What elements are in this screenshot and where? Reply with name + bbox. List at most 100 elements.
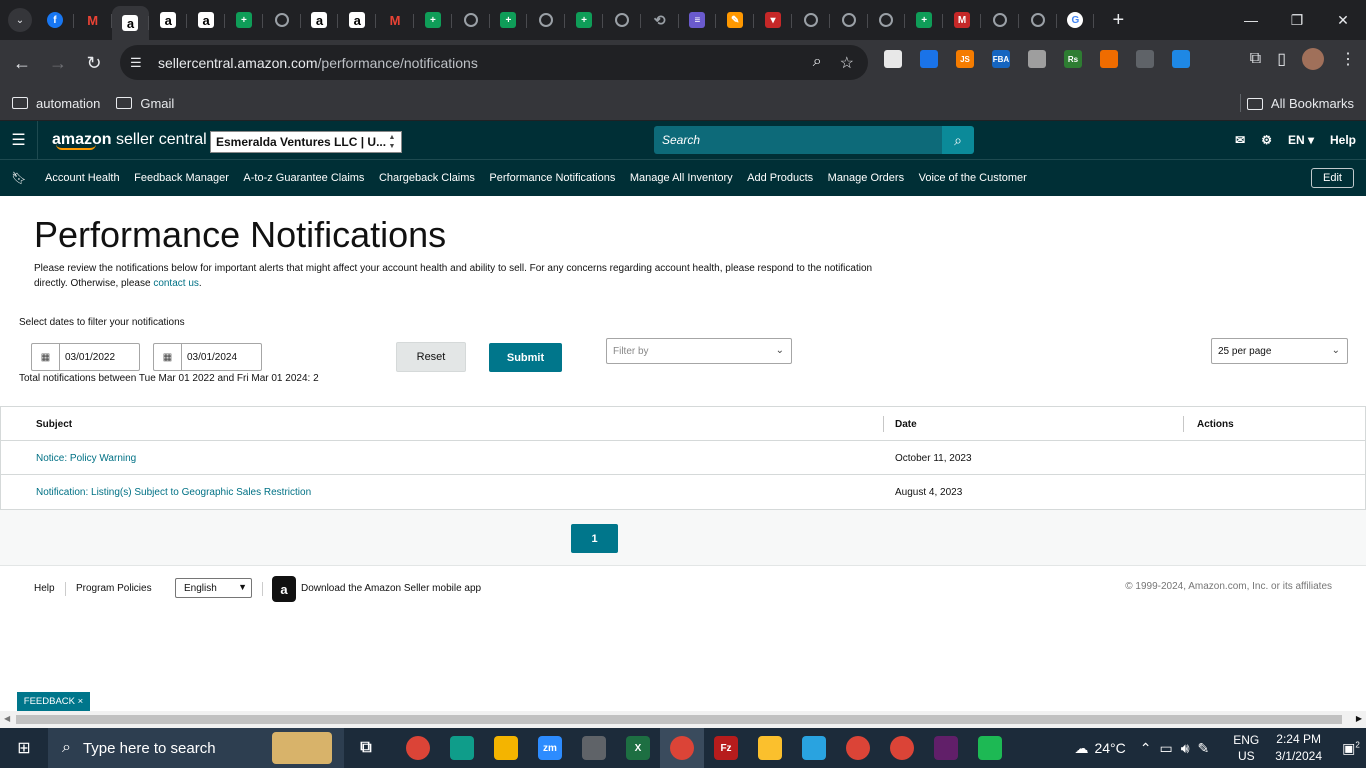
browser-tab[interactable] [1019,4,1057,36]
taskbar-app[interactable] [880,728,924,768]
close-window-button[interactable]: ✕ [1320,0,1366,40]
scroll-left-icon[interactable]: ◀ [4,714,10,723]
search-input[interactable]: Search [654,126,942,154]
notification-subject-link[interactable]: Notification: Listing(s) Subject to Geog… [36,487,311,498]
mail-icon[interactable]: ✉ [1235,133,1245,147]
browser-tab[interactable] [981,4,1019,36]
footer-language-select[interactable]: English ▼ [175,578,252,598]
taskbar-app[interactable] [396,728,440,768]
browser-tab[interactable]: ⟲ [641,4,679,36]
program-policies-link[interactable]: Program Policies [76,583,152,594]
browser-tab[interactable] [868,4,906,36]
new-tab-button[interactable]: + [1106,9,1130,32]
search-highlight-image[interactable] [272,732,332,764]
browser-tab[interactable]: ≡ [679,4,717,36]
nav-link[interactable]: A-to-z Guarantee Claims [243,172,364,184]
nav-link[interactable]: Chargeback Claims [379,172,475,184]
chrome-menu-icon[interactable]: ⋮ [1340,49,1356,69]
date-from-field[interactable]: ▦ [31,343,140,371]
browser-tab[interactable]: ✎ [716,4,754,36]
browser-tab[interactable]: a [111,6,150,40]
ext-icon[interactable] [884,50,902,68]
url-text[interactable]: sellercentral.amazon.com/performance/not… [158,55,478,71]
globe-icon[interactable] [1136,50,1154,68]
seller-central-logo[interactable]: amazon seller central [52,131,207,150]
subject-column-header[interactable]: Subject [36,407,72,441]
calendar-icon[interactable]: ▦ [32,344,60,370]
per-page-select[interactable]: 25 per page ⌄ [1211,338,1348,364]
bookmark-folder-gmail[interactable]: Gmail [116,96,174,111]
profile-avatar[interactable] [1302,48,1324,70]
browser-tab[interactable] [830,4,868,36]
taskbar-search-box[interactable]: ⌕ Type here to search [48,728,344,768]
submit-button[interactable]: Submit [489,343,562,372]
back-button[interactable]: ← [4,45,40,81]
notification-subject-link[interactable]: Notice: Policy Warning [36,453,136,464]
download-app-link[interactable]: Download the Amazon Seller mobile app [301,583,481,594]
taskbar-app[interactable] [792,728,836,768]
footer-help-link[interactable]: Help [34,583,55,594]
volume-icon[interactable]: 🔊︎ [1181,740,1190,757]
bookmark-star-icon[interactable]: ☆ [840,53,854,73]
battery-icon[interactable]: ▭ [1159,740,1172,757]
forward-button[interactable]: → [40,45,76,81]
page-1-button[interactable]: 1 [571,524,618,553]
site-info-icon[interactable]: ☰ [130,55,146,71]
js-icon[interactable]: JS [956,50,974,68]
taskbar-app[interactable] [484,728,528,768]
ext-icon[interactable] [1172,50,1190,68]
scrollbar-thumb[interactable] [16,715,1342,724]
nav-link[interactable]: Add Products [747,172,813,184]
taskbar-app[interactable] [748,728,792,768]
tray-overflow-icon[interactable]: ⌃ [1140,740,1152,757]
browser-tab[interactable]: a [301,4,339,36]
help-link[interactable]: Help [1330,133,1356,147]
nav-link[interactable]: Manage All Inventory [630,172,733,184]
nav-link[interactable]: Manage Orders [828,172,904,184]
browser-tab[interactable]: G [1057,4,1095,36]
taskbar-app[interactable]: zm [528,728,572,768]
tab-search-button[interactable]: ⌄ [8,8,32,32]
search-button[interactable]: ⌕ [942,126,974,154]
filter-by-select[interactable]: Filter by ⌄ [606,338,792,364]
taskbar-app[interactable] [836,728,880,768]
taskbar-app[interactable]: Fz [704,728,748,768]
seller-app-icon[interactable]: a [272,576,296,602]
input-language[interactable]: ENG US [1233,732,1259,764]
browser-tab[interactable]: f [36,4,74,36]
zoom-icon[interactable]: ⌕ [813,53,822,73]
feedback-button[interactable]: FEEDBACK × [17,692,90,711]
browser-tab[interactable] [263,4,301,36]
fba-icon[interactable]: FBA [992,50,1010,68]
taskbar-app[interactable] [572,728,616,768]
weather-widget[interactable]: ☁ 24°C [1074,740,1125,757]
ext-icon[interactable] [920,50,938,68]
browser-tab[interactable]: + [225,4,263,36]
browser-tab[interactable] [792,4,830,36]
taskbar-app[interactable]: X [616,728,660,768]
omnibox[interactable]: ☰ sellercentral.amazon.com/performance/n… [120,45,868,80]
date-to-field[interactable]: ▦ [153,343,262,371]
browser-tab[interactable]: a [187,4,225,36]
browser-tab[interactable]: + [490,4,528,36]
extensions-puzzle-icon[interactable]: ⧉ [1250,50,1261,68]
pen-icon[interactable]: ✎ [1198,740,1210,757]
date-to-input[interactable] [187,351,259,363]
browser-tab[interactable]: + [905,4,943,36]
clock[interactable]: 2:24 PM 3/1/2024 [1275,731,1322,765]
date-column-header[interactable]: Date [895,407,917,441]
browser-tab[interactable]: M [74,4,112,36]
windows-start-icon[interactable]: ⊞ [0,728,48,768]
calendar-icon[interactable]: ▦ [154,344,182,370]
contact-us-link[interactable]: contact us [153,278,199,289]
taskbar-app[interactable] [924,728,968,768]
restore-button[interactable]: ❐ [1274,0,1320,40]
reload-button[interactable]: ↻ [76,45,112,81]
browser-tab[interactable]: ▾ [754,4,792,36]
bookmark-icon[interactable]: 🔖︎ [0,171,38,185]
menu-icon[interactable]: ☰ [0,121,38,159]
browser-tab[interactable] [603,4,641,36]
task-view-icon[interactable]: ⧉ [344,728,388,768]
notification-center-icon[interactable]: ▣2 [1336,740,1366,757]
nav-link[interactable]: Performance Notifications [489,172,615,184]
